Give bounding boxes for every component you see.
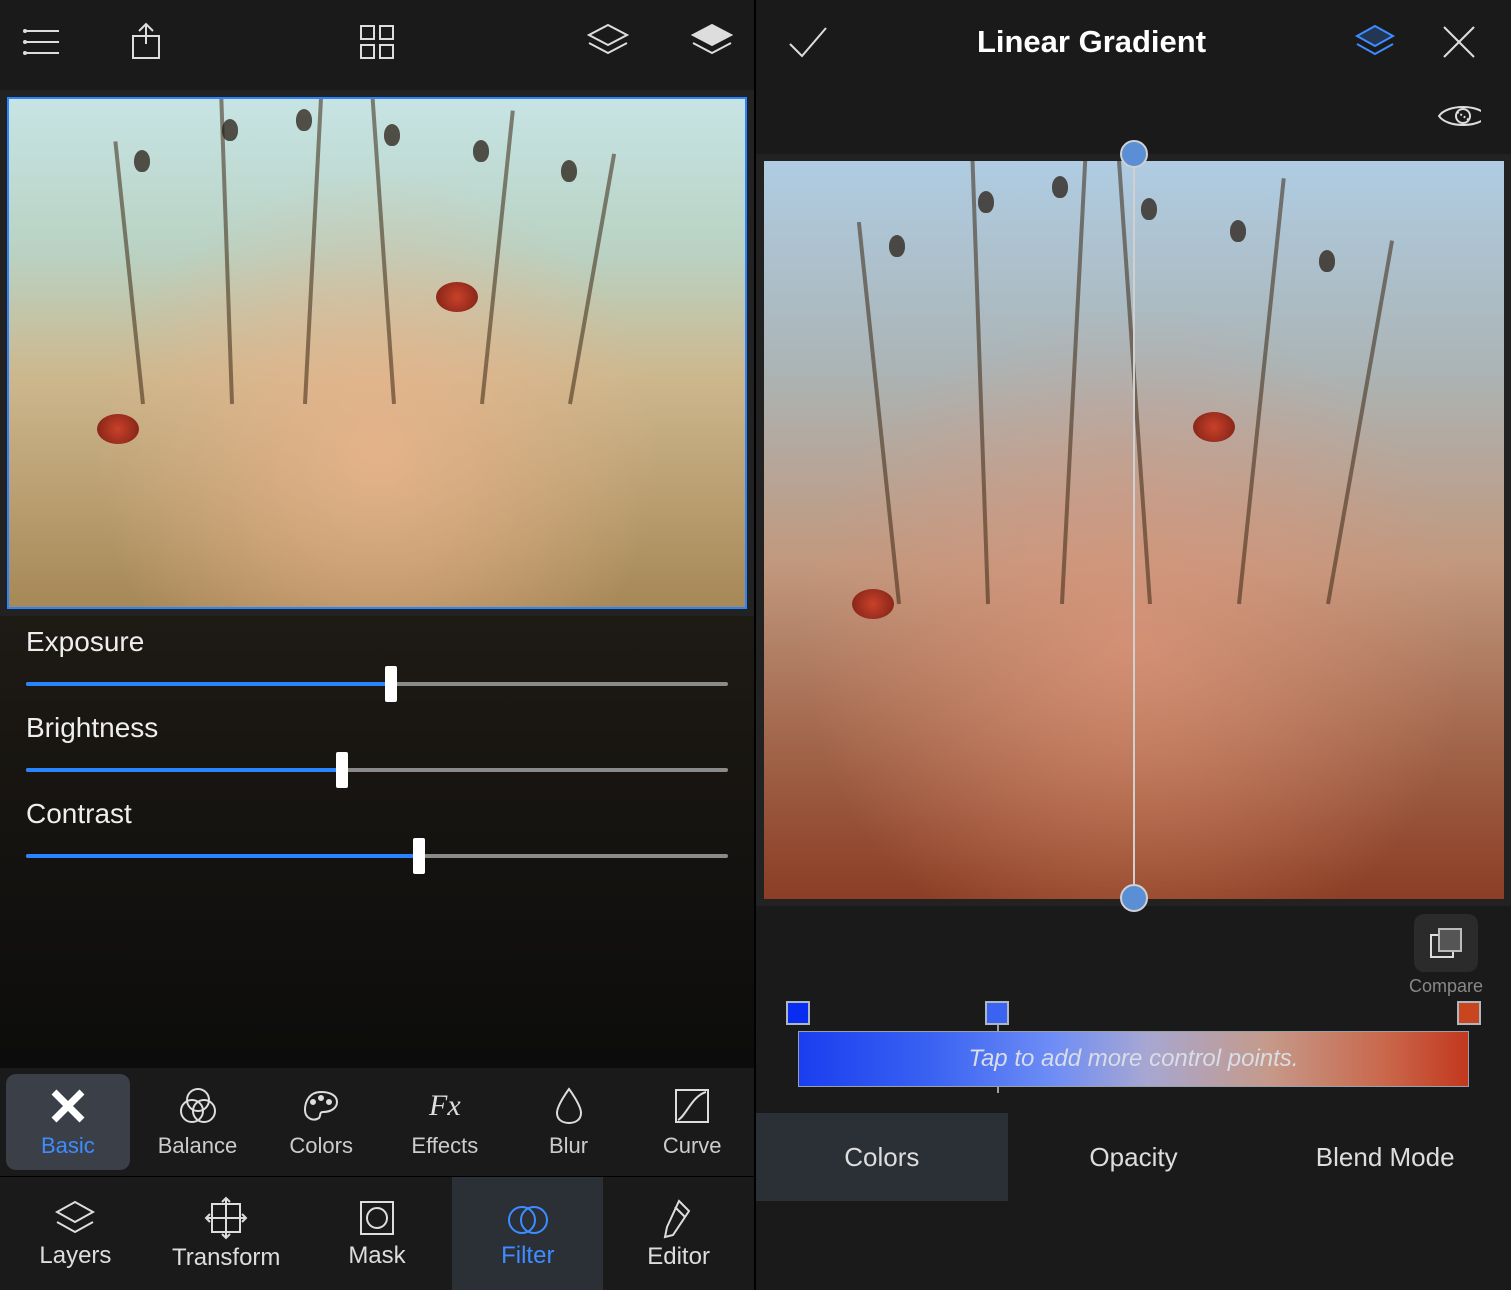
tab-colors[interactable]: Colors	[756, 1113, 1008, 1201]
gradient-axis-line[interactable]	[1133, 146, 1135, 902]
grid-icon[interactable]	[355, 20, 399, 64]
eye-icon[interactable]	[1437, 94, 1481, 138]
compare-label: Compare	[1409, 976, 1483, 997]
gradient-handle-bottom[interactable]	[1120, 884, 1148, 912]
brightness-slider[interactable]	[26, 756, 728, 784]
gradient-tabs: Colors Opacity Blend Mode	[756, 1113, 1511, 1201]
filter-tab-basic[interactable]: Basic	[6, 1074, 130, 1170]
exposure-label: Exposure	[26, 626, 728, 658]
curve-icon	[671, 1085, 713, 1127]
brightness-label: Brightness	[26, 712, 728, 744]
bottom-nav: Layers Transform Mask Filter Editor	[0, 1176, 754, 1290]
filter-tab-balance[interactable]: Balance	[136, 1068, 260, 1176]
exposure-slider-block: Exposure	[26, 626, 728, 698]
filter-tab-colors[interactable]: Colors	[259, 1068, 383, 1176]
slider-panel: Exposure Brightness Contrast	[0, 616, 754, 1068]
pencil-icon	[661, 1197, 697, 1239]
contrast-slider-block: Contrast	[26, 798, 728, 870]
filter-tab-effects[interactable]: Fx Effects	[383, 1068, 507, 1176]
tab-opacity[interactable]: Opacity	[1008, 1113, 1260, 1201]
exposure-slider[interactable]	[26, 670, 728, 698]
gradient-stop-mid[interactable]	[985, 1001, 1009, 1025]
nav-editor[interactable]: Editor	[603, 1177, 754, 1290]
compare-icon	[1427, 925, 1465, 961]
drop-icon	[548, 1085, 590, 1127]
filter-category-tabs: Basic Balance Colors Fx Effects Blur Cur…	[0, 1068, 754, 1176]
filter-tab-blur[interactable]: Blur	[507, 1068, 631, 1176]
filter-tab-curve[interactable]: Curve	[630, 1068, 754, 1176]
mask-icon	[357, 1198, 397, 1238]
layers-blue-icon[interactable]	[1353, 20, 1397, 64]
layers-outline-icon[interactable]	[586, 20, 630, 64]
tab-blend-mode[interactable]: Blend Mode	[1259, 1113, 1511, 1201]
right-topbar: Linear Gradient	[756, 0, 1511, 84]
left-topbar	[0, 0, 754, 84]
palette-icon	[300, 1085, 342, 1127]
nav-layers[interactable]: Layers	[0, 1177, 151, 1290]
compare-button[interactable]	[1414, 914, 1478, 972]
nav-filter[interactable]: Filter	[452, 1177, 603, 1290]
canvas-image	[7, 97, 747, 609]
fx-icon: Fx	[424, 1085, 466, 1127]
nav-transform[interactable]: Transform	[151, 1177, 302, 1290]
gradient-hint: Tap to add more control points.	[969, 1045, 1299, 1073]
check-icon[interactable]	[786, 20, 830, 64]
x-circle-icon	[47, 1085, 89, 1127]
gradient-editor-panel: Linear Gradient	[756, 0, 1511, 1290]
transform-icon	[204, 1196, 248, 1240]
contrast-label: Contrast	[26, 798, 728, 830]
right-canvas[interactable]	[756, 154, 1511, 906]
close-icon[interactable]	[1437, 20, 1481, 64]
gradient-stop-right[interactable]	[1457, 1001, 1481, 1025]
share-icon[interactable]	[124, 20, 168, 64]
layers-filled-icon[interactable]	[690, 20, 734, 64]
nav-mask[interactable]: Mask	[302, 1177, 453, 1290]
gradient-strip[interactable]: Tap to add more control points.	[798, 1031, 1469, 1087]
page-title: Linear Gradient	[977, 24, 1206, 60]
contrast-slider[interactable]	[26, 842, 728, 870]
filter-icon	[507, 1198, 549, 1238]
layers-icon	[53, 1198, 97, 1238]
visibility-row	[756, 84, 1511, 148]
list-icon[interactable]	[20, 20, 64, 64]
filter-editor-panel: Exposure Brightness Contrast Basic Balan…	[0, 0, 756, 1290]
gradient-stop-left[interactable]	[786, 1001, 810, 1025]
venn-icon	[177, 1085, 219, 1127]
left-canvas[interactable]	[0, 90, 754, 616]
brightness-slider-block: Brightness	[26, 712, 728, 784]
compare-block: Compare	[1409, 914, 1483, 997]
gradient-handle-top[interactable]	[1120, 140, 1148, 168]
gradient-strip-area: Tap to add more control points.	[756, 997, 1511, 1097]
